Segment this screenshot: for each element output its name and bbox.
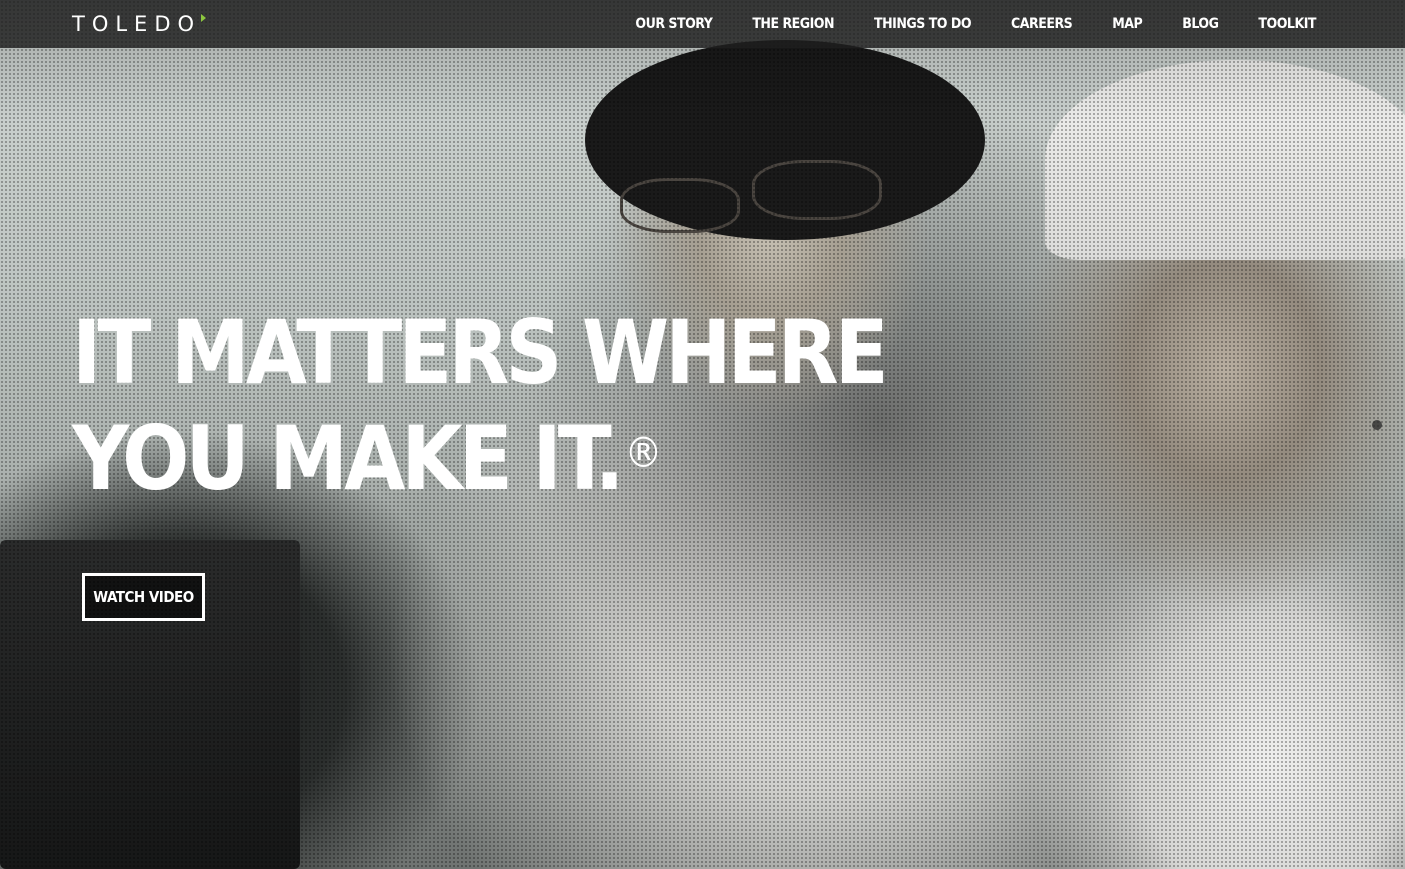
main-navigation: OUR STORY THE REGION THINGS TO DO CAREER… [595, 0, 1316, 48]
watch-video-button[interactable]: WATCH VIDEO [82, 573, 205, 621]
site-header: TOLEDO OUR STORY THE REGION THINGS TO DO… [0, 0, 1405, 48]
logo-accent-arrow-icon [201, 14, 207, 22]
headline-line-2-text: YOU MAKE IT. [72, 407, 625, 510]
nav-item-our-story[interactable]: OUR STORY [635, 16, 712, 32]
registered-trademark-mark: ® [624, 428, 663, 477]
nav-item-things-to-do[interactable]: THINGS TO DO [874, 16, 972, 32]
headline-line-2: YOU MAKE IT.® [72, 406, 792, 512]
nav-item-blog[interactable]: BLOG [1182, 16, 1219, 32]
eyeglasses-image [620, 178, 740, 233]
baseball-cap-image [1045, 60, 1405, 260]
nav-item-toolkit[interactable]: TOOLKIT [1258, 16, 1316, 32]
hero-headline: IT MATTERS WHERE YOU MAKE IT.® [72, 300, 889, 512]
toledo-logo[interactable]: TOLEDO [72, 10, 207, 38]
slide-indicator-dot[interactable] [1372, 420, 1382, 430]
page: TOLEDO OUR STORY THE REGION THINGS TO DO… [0, 0, 1405, 869]
logo-text: TOLEDO [72, 12, 202, 36]
eyeglasses-image-right [752, 160, 882, 220]
nav-item-the-region[interactable]: THE REGION [752, 16, 834, 32]
nav-item-careers[interactable]: CAREERS [1011, 16, 1073, 32]
headline-line-1: IT MATTERS WHERE [72, 301, 889, 404]
nav-item-map[interactable]: MAP [1112, 16, 1143, 32]
